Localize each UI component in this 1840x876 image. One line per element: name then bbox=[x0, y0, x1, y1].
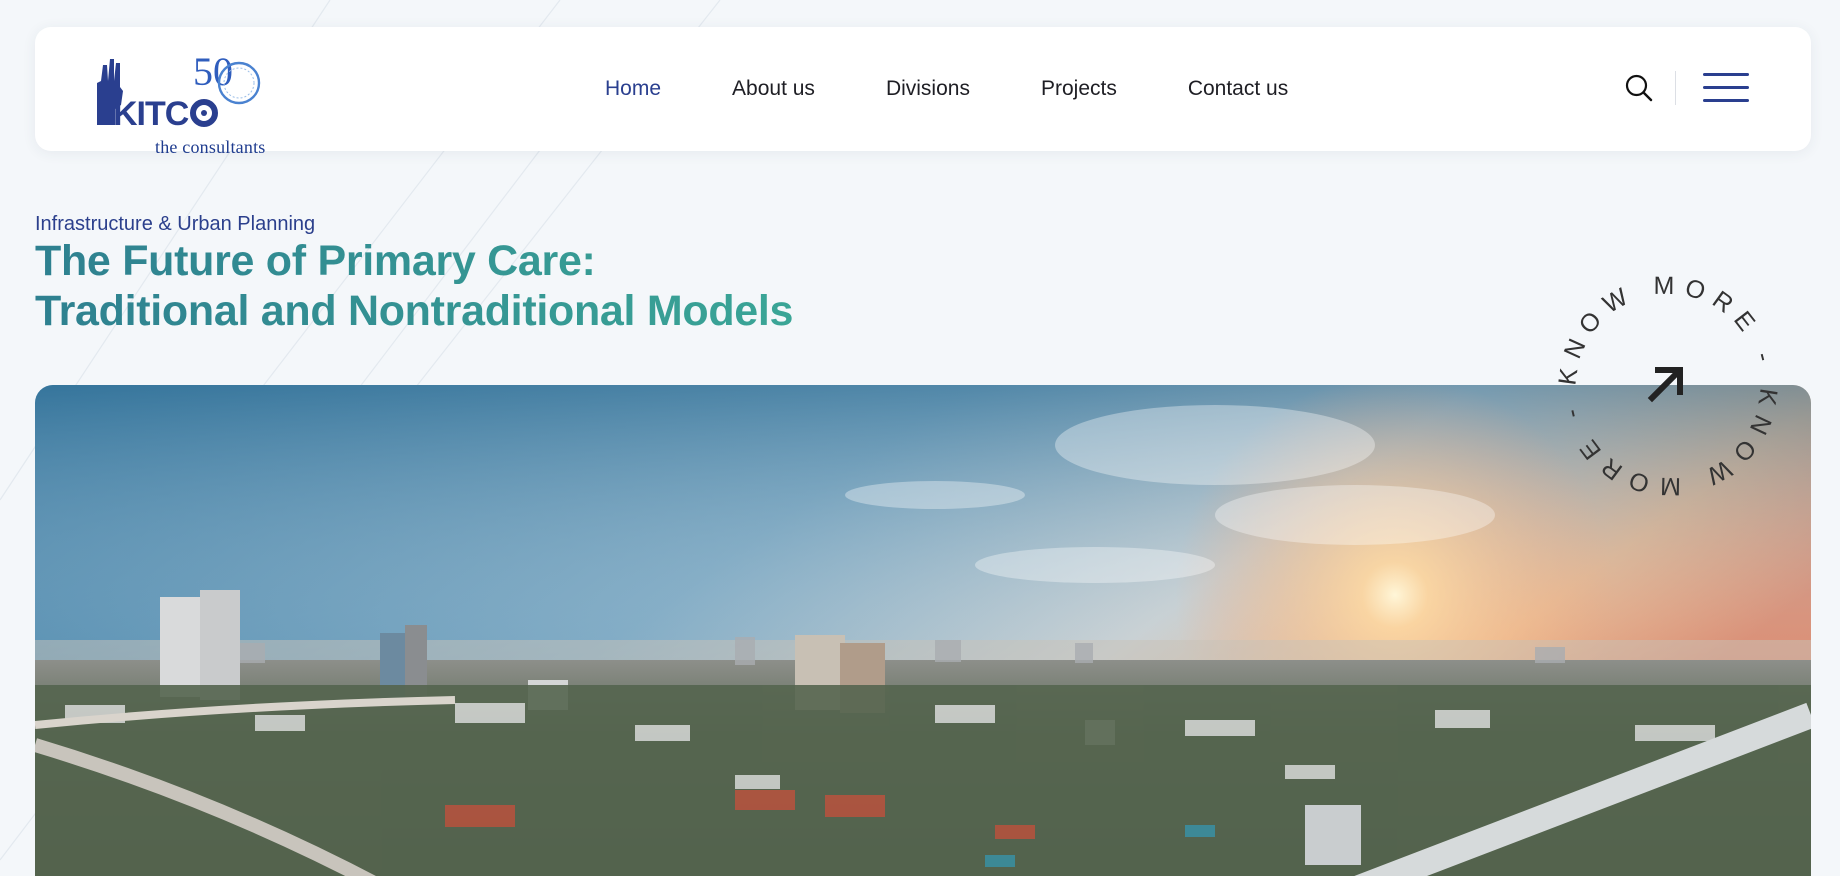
nav-contact-us[interactable]: Contact us bbox=[1188, 77, 1288, 101]
logo-mark-icon: KITC 50 bbox=[97, 49, 261, 133]
search-icon bbox=[1625, 74, 1653, 102]
arrow-up-right-icon bbox=[1647, 367, 1683, 403]
site-header: KITC 50 the consultants Home About us Di… bbox=[35, 27, 1811, 157]
cityscape-image bbox=[35, 385, 1811, 876]
search-button[interactable] bbox=[1624, 73, 1654, 103]
hero-title-line-1: The Future of Primary Care: bbox=[35, 237, 596, 285]
know-more-button[interactable]: KNOW MORE - KNOW MORE - bbox=[1550, 268, 1786, 504]
nav-projects[interactable]: Projects bbox=[1041, 77, 1117, 101]
main-nav: Home About us Divisions Projects Contact… bbox=[605, 27, 1288, 151]
logo-subtitle: the consultants bbox=[155, 137, 266, 157]
hero-title: The Future of Primary Care: Traditional … bbox=[35, 236, 793, 336]
kitco-logo[interactable]: KITC 50 the consultants bbox=[93, 47, 265, 157]
hero-image bbox=[35, 385, 1811, 876]
know-more-badge: KNOW MORE - KNOW MORE - bbox=[1553, 272, 1773, 500]
svg-text:KITC: KITC bbox=[113, 95, 189, 133]
menu-button[interactable] bbox=[1703, 73, 1749, 105]
nav-home[interactable]: Home bbox=[605, 77, 661, 101]
header-divider bbox=[1675, 71, 1676, 105]
nav-divisions[interactable]: Divisions bbox=[886, 77, 970, 101]
hamburger-menu-icon bbox=[1703, 73, 1749, 76]
hero-title-line-2: Traditional and Nontraditional Models bbox=[35, 287, 794, 335]
svg-text:50: 50 bbox=[193, 49, 233, 94]
nav-about-us[interactable]: About us bbox=[732, 77, 815, 101]
hero-category: Infrastructure & Urban Planning bbox=[35, 213, 316, 235]
